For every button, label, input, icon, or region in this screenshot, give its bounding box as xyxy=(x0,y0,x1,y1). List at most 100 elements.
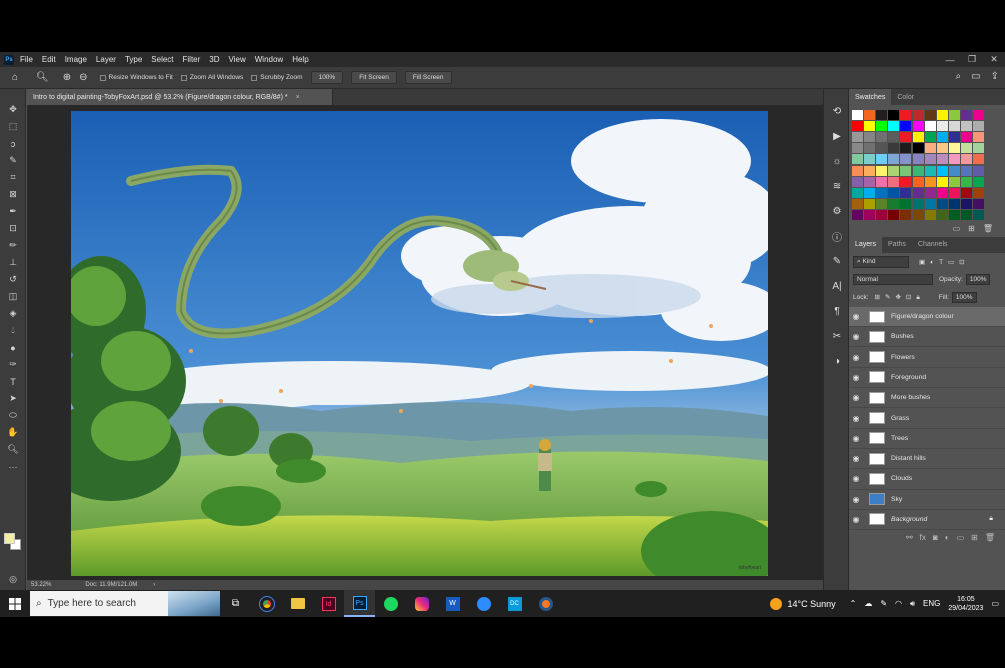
taskbar-search[interactable]: ⌕ Type here to search xyxy=(30,591,220,616)
swatch[interactable] xyxy=(936,131,948,142)
brushes-icon[interactable]: ≋ xyxy=(824,174,850,199)
blend-mode-select[interactable]: Normal xyxy=(853,274,933,286)
indesign-icon[interactable]: Id xyxy=(313,590,344,617)
swatch[interactable] xyxy=(851,210,863,221)
language-indicator[interactable]: ENG xyxy=(923,599,940,608)
swatch[interactable] xyxy=(863,120,875,131)
swatch[interactable] xyxy=(973,109,985,120)
swatch[interactable] xyxy=(924,154,936,165)
swatch[interactable] xyxy=(924,131,936,142)
close-tab-icon[interactable]: × xyxy=(296,94,300,101)
swatch[interactable] xyxy=(973,154,985,165)
paint-bucket-icon[interactable]: ◈ xyxy=(0,305,26,322)
swatch[interactable] xyxy=(888,109,900,120)
swatch[interactable] xyxy=(875,187,887,198)
swatch[interactable] xyxy=(888,120,900,131)
instagram-icon[interactable] xyxy=(406,590,437,617)
new-layer-icon[interactable]: ⊞ xyxy=(971,533,978,542)
fx-icon[interactable]: fx xyxy=(920,533,926,542)
swatch[interactable] xyxy=(924,176,936,187)
brush-settings-icon[interactable]: ✎ xyxy=(824,249,850,274)
menu-item-edit[interactable]: Edit xyxy=(42,55,56,64)
menu-item-image[interactable]: Image xyxy=(65,55,87,64)
layer-row[interactable]: ◉ Bushes xyxy=(849,327,1005,348)
swatch[interactable] xyxy=(949,131,961,142)
info-icon[interactable]: ⓘ xyxy=(824,224,850,249)
visibility-eye-icon[interactable]: ◉ xyxy=(849,434,863,443)
swatch[interactable] xyxy=(875,176,887,187)
swatch[interactable] xyxy=(863,143,875,154)
tab-color[interactable]: Color xyxy=(891,89,920,105)
workspace-icon[interactable]: ▭ xyxy=(971,71,980,82)
photoshop-taskbar-icon[interactable]: Ps xyxy=(344,590,375,617)
shape-tool-icon[interactable]: ⬭ xyxy=(0,407,26,424)
delete-layer-icon[interactable]: 🗑︎ xyxy=(985,533,995,542)
visibility-eye-icon[interactable]: ◉ xyxy=(849,515,863,524)
tab-channels[interactable]: Channels xyxy=(912,237,954,253)
layer-row[interactable]: ◉ Background 🔒︎ xyxy=(849,510,1005,531)
swatch[interactable] xyxy=(924,187,936,198)
layer-row[interactable]: ◉ Flowers xyxy=(849,347,1005,368)
swatch[interactable] xyxy=(924,210,936,221)
swatch[interactable] xyxy=(973,176,985,187)
eraser-tool-icon[interactable]: ◫ xyxy=(0,288,26,305)
tab-paths[interactable]: Paths xyxy=(882,237,912,253)
swatch[interactable] xyxy=(888,143,900,154)
swatch[interactable] xyxy=(900,154,912,165)
swatch[interactable] xyxy=(949,165,961,176)
swatch[interactable] xyxy=(875,165,887,176)
type-tool-icon[interactable]: T xyxy=(0,373,26,390)
layer-row[interactable]: ◉ Clouds xyxy=(849,469,1005,490)
swatch[interactable] xyxy=(973,143,985,154)
actions-icon[interactable]: ▶ xyxy=(824,124,850,149)
swatch[interactable] xyxy=(936,154,948,165)
swatch[interactable] xyxy=(875,120,887,131)
swatch[interactable] xyxy=(912,143,924,154)
swatch[interactable] xyxy=(949,176,961,187)
swatch[interactable] xyxy=(851,143,863,154)
swatch[interactable] xyxy=(961,210,973,221)
swatch[interactable] xyxy=(912,131,924,142)
artwork-painting[interactable]: tobyfoxart xyxy=(71,111,768,576)
swatch[interactable] xyxy=(851,120,863,131)
swatch[interactable] xyxy=(924,199,936,210)
menu-item-file[interactable]: File xyxy=(20,55,33,64)
swatch[interactable] xyxy=(961,154,973,165)
swatch[interactable] xyxy=(961,109,973,120)
swatch[interactable] xyxy=(900,143,912,154)
color-swatches[interactable] xyxy=(4,533,22,551)
swatch[interactable] xyxy=(973,187,985,198)
zoom-tool-icon[interactable]: 🔍︎ xyxy=(36,72,49,83)
scrubby-zoom-checkbox[interactable]: Scrubby Zoom xyxy=(251,74,303,81)
swatch[interactable] xyxy=(875,143,887,154)
task-view-icon[interactable]: ⧉ xyxy=(220,590,251,617)
tab-swatches[interactable]: Swatches xyxy=(849,89,892,105)
swatch[interactable] xyxy=(924,109,936,120)
swatch[interactable] xyxy=(973,120,985,131)
brush-tool-icon[interactable]: ✏ xyxy=(0,237,26,254)
swatch[interactable] xyxy=(961,143,973,154)
swatch[interactable] xyxy=(851,187,863,198)
trash-icon[interactable]: 🗑︎ xyxy=(983,224,993,233)
path-select-icon[interactable]: ➤ xyxy=(0,390,26,407)
layer-row[interactable]: ◉ More bushes xyxy=(849,388,1005,409)
swatch[interactable] xyxy=(949,143,961,154)
marquee-tool-icon[interactable]: ⬚ xyxy=(0,118,26,135)
move-tool-icon[interactable]: ✥ xyxy=(0,101,26,118)
swatch[interactable] xyxy=(912,165,924,176)
swatch[interactable] xyxy=(900,109,912,120)
swatch[interactable] xyxy=(900,176,912,187)
swatch[interactable] xyxy=(851,154,863,165)
menu-item-help[interactable]: Help xyxy=(292,55,308,64)
swatch[interactable] xyxy=(912,176,924,187)
swatch[interactable] xyxy=(851,131,863,142)
menu-item-select[interactable]: Select xyxy=(151,55,173,64)
hand-tool-icon[interactable]: ✋ xyxy=(0,424,26,441)
blur-tool-icon[interactable]: 💧︎ xyxy=(0,322,26,339)
swatch[interactable] xyxy=(900,120,912,131)
swatch[interactable] xyxy=(863,131,875,142)
dodge-tool-icon[interactable]: ● xyxy=(0,339,26,356)
fill-field[interactable]: 100% xyxy=(951,292,977,304)
new-swatch-icon[interactable]: ⊞ xyxy=(968,224,975,233)
volume-icon[interactable]: 🔊︎ xyxy=(910,599,915,609)
